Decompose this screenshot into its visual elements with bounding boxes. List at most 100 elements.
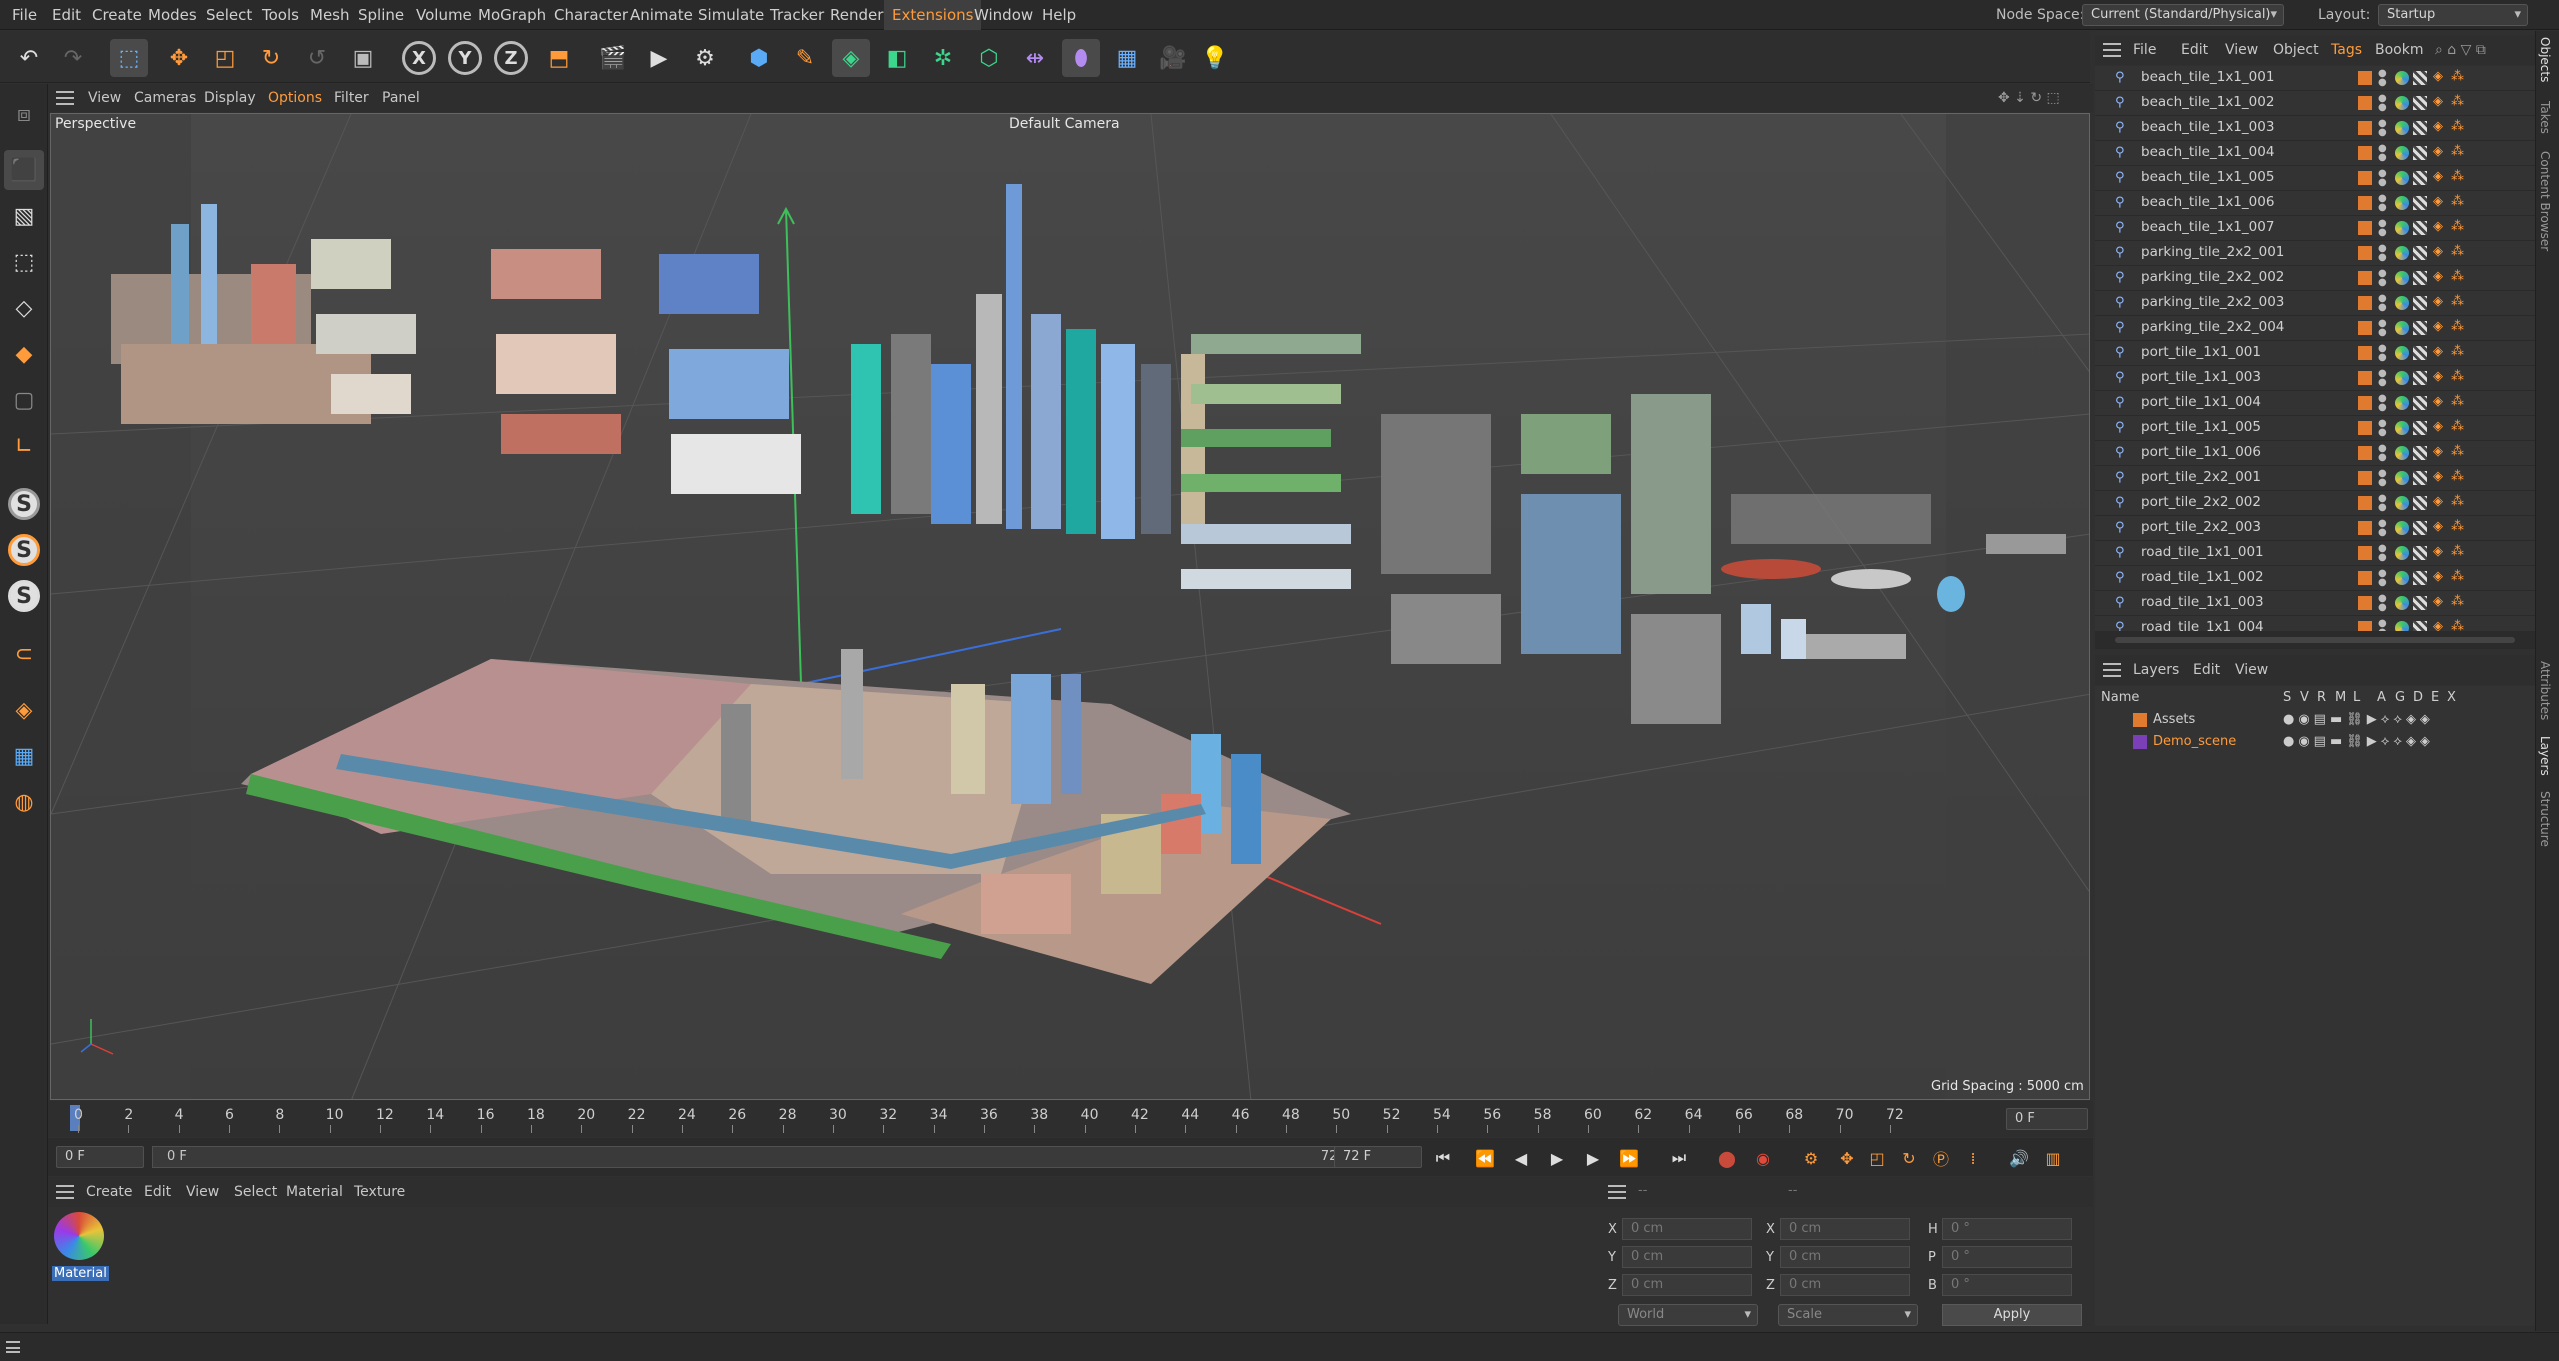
phong-tag-icon[interactable]: ◈ [2433, 169, 2443, 184]
menu-select[interactable]: Select [198, 0, 260, 30]
layer-color-tag[interactable] [2358, 346, 2372, 360]
layer-column-header[interactable]: X [2447, 690, 2456, 705]
texture-tag-icon[interactable] [2413, 546, 2427, 560]
layer-menu-edit[interactable]: Edit [2193, 655, 2220, 685]
3d-viewport[interactable]: Perspective Default Camera Grid Spacing … [50, 113, 2090, 1100]
phong-tag-icon[interactable]: ◈ [2433, 369, 2443, 384]
phong-tag-icon[interactable]: ◈ [2433, 394, 2443, 409]
apply-button[interactable]: Apply [1942, 1304, 2082, 1326]
material-tag-icon[interactable] [2395, 121, 2409, 135]
material-tag-icon[interactable] [2395, 471, 2409, 485]
material-tag-icon[interactable] [2395, 621, 2409, 631]
menu-edit[interactable]: Edit [44, 0, 89, 30]
rotate-icon[interactable]: ↻ [252, 39, 290, 77]
object-row[interactable]: ⚲ road_tile_1x1_003 ● ● ◈ ⁂ [2095, 591, 2535, 616]
texture-tag-icon[interactable] [2413, 196, 2427, 210]
object-row[interactable]: ⚲ parking_tile_2x2_001 ● ● ◈ ⁂ [2095, 241, 2535, 266]
selection-tool-icon[interactable]: ▣ [344, 39, 382, 77]
viewport-menu-view[interactable]: View [88, 84, 121, 112]
layer-color-tag[interactable] [2358, 496, 2372, 510]
layer-color-tag[interactable] [2358, 371, 2372, 385]
go-to-end-icon[interactable]: ⏭ [1664, 1144, 1694, 1172]
layer-column-header[interactable]: A [2377, 690, 2386, 705]
material-menu-material[interactable]: Material [286, 1177, 343, 1207]
object-menu-edit[interactable]: Edit [2181, 35, 2208, 65]
quantize-icon[interactable]: S [4, 576, 44, 616]
viewport-menu-filter[interactable]: Filter [334, 84, 369, 112]
viewport-menu-icon[interactable] [56, 91, 74, 105]
record-position-icon[interactable]: ✥ [1832, 1144, 1862, 1172]
layer-color-tag[interactable] [2358, 196, 2372, 210]
phong-tag-icon[interactable]: ◈ [2433, 94, 2443, 109]
workplane-settings-icon[interactable]: ◍ [4, 782, 44, 822]
material-menu-view[interactable]: View [186, 1177, 219, 1207]
uvw-tag-icon[interactable]: ⁂ [2451, 119, 2464, 134]
layer-column-header[interactable]: E [2431, 690, 2439, 705]
magnet-icon[interactable]: ⊂ [4, 634, 44, 674]
visibility-dots-icon[interactable]: ●● [2378, 269, 2387, 288]
sound-icon[interactable]: 🔊 [2004, 1144, 2034, 1172]
object-row[interactable]: ⚲ port_tile_2x2_001 ● ● ◈ ⁂ [2095, 466, 2535, 491]
visibility-dots-icon[interactable]: ●● [2378, 169, 2387, 188]
uvw-tag-icon[interactable]: ⁂ [2451, 544, 2464, 559]
axis-mode-icon[interactable]: ∟ [4, 426, 44, 466]
texture-tag-icon[interactable] [2413, 71, 2427, 85]
uvw-tag-icon[interactable]: ⁂ [2451, 394, 2464, 409]
visibility-dots-icon[interactable]: ●● [2378, 219, 2387, 238]
layer-color-tag[interactable] [2358, 146, 2372, 160]
timeline-icon[interactable]: ▥ [2038, 1144, 2068, 1172]
viewport-projection-label[interactable]: Perspective [55, 116, 136, 132]
texture-tag-icon[interactable] [2413, 521, 2427, 535]
visibility-dots-icon[interactable]: ●● [2378, 144, 2387, 163]
snap-settings-icon[interactable]: S [4, 530, 44, 570]
snap-icon[interactable]: S [4, 484, 44, 524]
layer-toggle-icons[interactable]: ●◉▤▬⛓▶⟡⟡◈◈ [2283, 712, 2434, 727]
material-tag-icon[interactable] [2395, 571, 2409, 585]
uvw-tag-icon[interactable]: ⁂ [2451, 519, 2464, 534]
menu-help[interactable]: Help [1034, 0, 1084, 30]
layer-color-tag[interactable] [2358, 621, 2372, 631]
viewport-menu-cameras[interactable]: Cameras [134, 84, 196, 112]
menu-mograph[interactable]: MoGraph [470, 0, 554, 30]
layout-dropdown[interactable]: Startup [2378, 4, 2528, 26]
uvw-tag-icon[interactable]: ⁂ [2451, 294, 2464, 309]
menu-tools[interactable]: Tools [254, 0, 307, 30]
coordinate-system-icon[interactable]: ⬒ [540, 39, 578, 77]
autokey-icon[interactable]: ◉ [1748, 1144, 1778, 1172]
camera-icon[interactable]: 🎥 [1154, 39, 1192, 77]
phong-tag-icon[interactable]: ◈ [2433, 219, 2443, 234]
material-tag-icon[interactable] [2395, 171, 2409, 185]
material-menu-texture[interactable]: Texture [354, 1177, 405, 1207]
visibility-dots-icon[interactable]: ●● [2378, 244, 2387, 263]
texture-tag-icon[interactable] [2413, 346, 2427, 360]
uvw-tag-icon[interactable]: ⁂ [2451, 194, 2464, 209]
workplane-icon[interactable]: ◈ [4, 690, 44, 730]
layer-column-header[interactable]: D [2413, 690, 2423, 705]
record-pla-icon[interactable]: ⁞ [1958, 1144, 1988, 1172]
layer-color-tag[interactable] [2358, 71, 2372, 85]
material-tag-icon[interactable] [2395, 596, 2409, 610]
layer-color-tag[interactable] [2358, 521, 2372, 535]
uvw-tag-icon[interactable]: ⁂ [2451, 269, 2464, 284]
points-mode-icon[interactable]: ⬚ [4, 242, 44, 282]
viewport-menu-options[interactable]: Options [268, 84, 322, 112]
material-name-label[interactable]: Material [52, 1266, 109, 1281]
render-to-picture-viewer-icon[interactable]: ▶ [640, 39, 678, 77]
object-row[interactable]: ⚲ port_tile_1x1_003 ● ● ◈ ⁂ [2095, 366, 2535, 391]
uv-mode-icon[interactable]: ▢ [4, 380, 44, 420]
texture-tag-icon[interactable] [2413, 571, 2427, 585]
visibility-dots-icon[interactable]: ●● [2378, 544, 2387, 563]
visibility-dots-icon[interactable]: ●● [2378, 69, 2387, 88]
uvw-tag-icon[interactable]: ⁂ [2451, 169, 2464, 184]
recent-tool-icon[interactable]: ↺ [298, 39, 336, 77]
object-row[interactable]: ⚲ beach_tile_1x1_004 ● ● ◈ ⁂ [2095, 141, 2535, 166]
material-tag-icon[interactable] [2395, 546, 2409, 560]
coordinate-space-dropdown[interactable]: World [1618, 1304, 1758, 1326]
uvw-tag-icon[interactable]: ⁂ [2451, 219, 2464, 234]
make-editable-icon[interactable]: ⧈ [4, 94, 44, 134]
material-menu-edit[interactable]: Edit [144, 1177, 171, 1207]
object-menu-object[interactable]: Object [2273, 35, 2319, 65]
light-icon[interactable]: 💡 [1196, 39, 1234, 77]
edges-mode-icon[interactable]: ◇ [4, 288, 44, 328]
visibility-dots-icon[interactable]: ●● [2378, 294, 2387, 313]
